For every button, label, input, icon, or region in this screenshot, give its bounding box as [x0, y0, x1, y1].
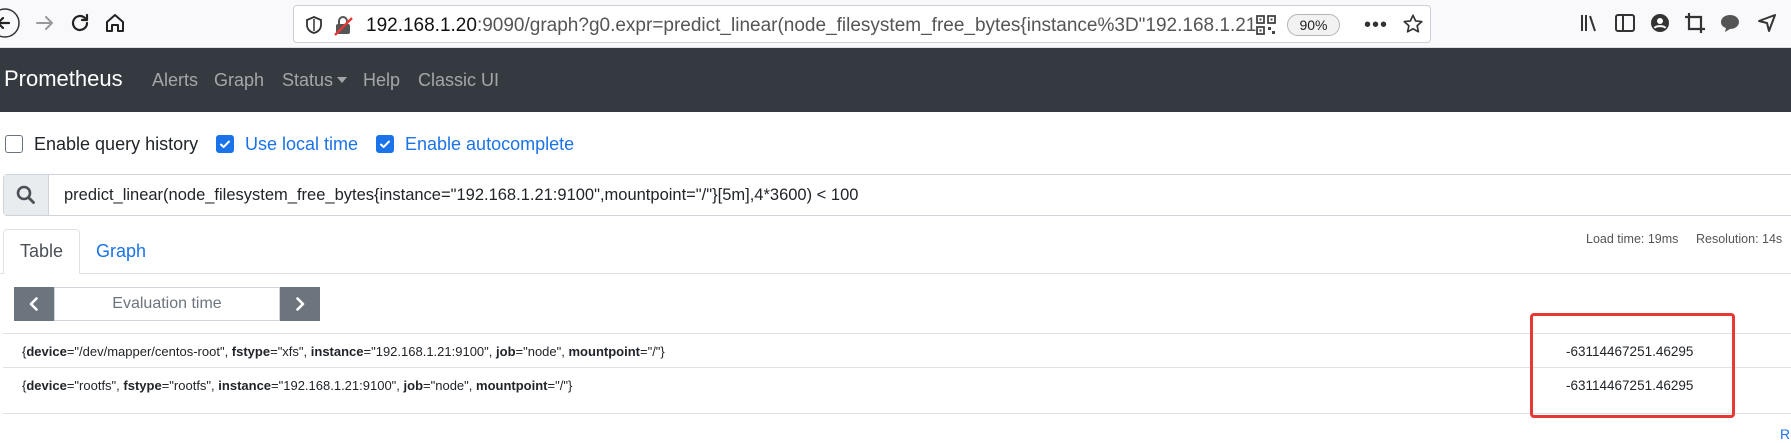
label-key: fstype — [123, 378, 162, 393]
option-local-time[interactable]: Use local time — [216, 132, 358, 156]
checkbox-checked-icon[interactable] — [376, 135, 394, 153]
nav-status[interactable]: Status — [282, 70, 348, 91]
label-value: "192.168.1.21:9100" — [278, 378, 397, 393]
expression-input[interactable]: predict_linear(node_filesystem_free_byte… — [64, 186, 858, 205]
label-value: "node" — [430, 378, 469, 393]
tab-table[interactable]: Table — [3, 229, 80, 274]
url-host: 192.168.1.20 — [366, 15, 477, 36]
table-row-series: {device="rootfs", fstype="rootfs", insta… — [22, 378, 573, 393]
table-row-divider — [3, 367, 1791, 368]
tabs-divider — [0, 273, 1791, 274]
label-value: "rootfs" — [74, 378, 117, 393]
app-navbar: Prometheus Alerts Graph Status Help Clas… — [0, 48, 1791, 112]
page-actions-icon[interactable]: ••• — [1364, 14, 1388, 37]
label-key: device — [26, 344, 67, 359]
nav-classic-ui[interactable]: Classic UI — [418, 70, 499, 91]
nav-help[interactable]: Help — [363, 70, 400, 91]
table-row-series: {device="/dev/mapper/centos-root", fstyp… — [22, 344, 665, 359]
shield-icon[interactable] — [304, 15, 324, 40]
nav-status-label: Status — [282, 70, 334, 90]
highlight-annotation-box — [1530, 313, 1735, 418]
back-arrow-icon — [0, 8, 20, 38]
label-key: instance — [310, 344, 364, 359]
brand-logo[interactable]: Prometheus — [4, 66, 123, 92]
option-autocomplete[interactable]: Enable autocomplete — [376, 132, 574, 156]
evaluation-time-input[interactable]: Evaluation time — [54, 287, 280, 321]
label-key: job — [496, 344, 516, 359]
option-query-history[interactable]: Enable query history — [5, 132, 198, 156]
expression-input-group: predict_linear(node_filesystem_free_byte… — [3, 174, 1791, 216]
chevron-left-icon — [29, 297, 38, 311]
home-button[interactable] — [98, 6, 132, 40]
label-key: mountpoint — [476, 378, 548, 393]
label-value: "192.168.1.21:9100" — [371, 344, 489, 359]
bookmark-star-icon[interactable] — [1402, 13, 1424, 40]
screen: 192.168.1.20:9090/graph?g0.expr=predict_… — [0, 0, 1791, 443]
forward-button[interactable] — [28, 6, 62, 40]
forward-arrow-icon — [36, 16, 53, 30]
caret-down-icon — [337, 76, 348, 83]
url-path: :9090/graph?g0.expr=predict_linear(node_… — [476, 15, 1256, 36]
truncated-link[interactable]: R — [1780, 426, 1790, 442]
browser-toolbar: 192.168.1.20:9090/graph?g0.expr=predict_… — [0, 0, 1791, 48]
zoom-level-badge[interactable]: 90% — [1287, 14, 1340, 36]
option-label: Enable autocomplete — [405, 133, 575, 154]
account-icon[interactable] — [1645, 8, 1675, 38]
address-bar[interactable]: 192.168.1.20:9090/graph?g0.expr=predict_… — [293, 5, 1431, 43]
checkbox-unchecked-icon[interactable] — [5, 135, 23, 153]
reload-icon — [71, 13, 89, 32]
option-label: Use local time — [245, 133, 359, 154]
chat-icon[interactable] — [1715, 8, 1745, 38]
nav-graph[interactable]: Graph — [214, 70, 264, 91]
insecure-lock-icon[interactable] — [332, 15, 354, 42]
eval-time-forward-button[interactable] — [280, 287, 320, 321]
checkbox-checked-icon[interactable] — [216, 135, 234, 153]
back-button[interactable] — [0, 6, 22, 40]
url-text: 192.168.1.20:9090/graph?g0.expr=predict_… — [366, 15, 1256, 37]
reload-button[interactable] — [63, 6, 97, 40]
table-row-divider — [3, 413, 1791, 414]
search-icon — [4, 175, 49, 215]
nav-alerts[interactable]: Alerts — [152, 70, 198, 91]
crop-screenshot-icon[interactable] — [1680, 8, 1710, 38]
label-value: "rootfs" — [169, 378, 212, 393]
label-value: "/dev/mapper/centos-root" — [74, 344, 225, 359]
load-time-stat: Load time: 19ms — [1586, 232, 1679, 246]
label-key: mountpoint — [568, 344, 640, 359]
label-value: "xfs" — [277, 344, 304, 359]
eval-time-back-button[interactable] — [14, 287, 54, 321]
resolution-stat: Resolution: 14s — [1696, 232, 1783, 246]
table-row-divider — [3, 333, 1791, 334]
label-value: "node" — [523, 344, 562, 359]
label-key: device — [26, 378, 67, 393]
qr-code-icon[interactable] — [1256, 15, 1276, 40]
library-icon[interactable] — [1575, 8, 1605, 38]
sidebar-icon[interactable] — [1610, 8, 1640, 38]
label-value: "/" — [555, 378, 568, 393]
option-label: Enable query history — [34, 133, 199, 154]
label-key: job — [403, 378, 424, 393]
label-key: instance — [218, 378, 272, 393]
label-value: "/" — [647, 344, 661, 359]
label-key: fstype — [231, 344, 271, 359]
tab-graph[interactable]: Graph — [86, 229, 156, 274]
chevron-right-icon — [296, 297, 305, 311]
extension-icon[interactable] — [1752, 8, 1782, 38]
home-icon — [106, 14, 124, 32]
